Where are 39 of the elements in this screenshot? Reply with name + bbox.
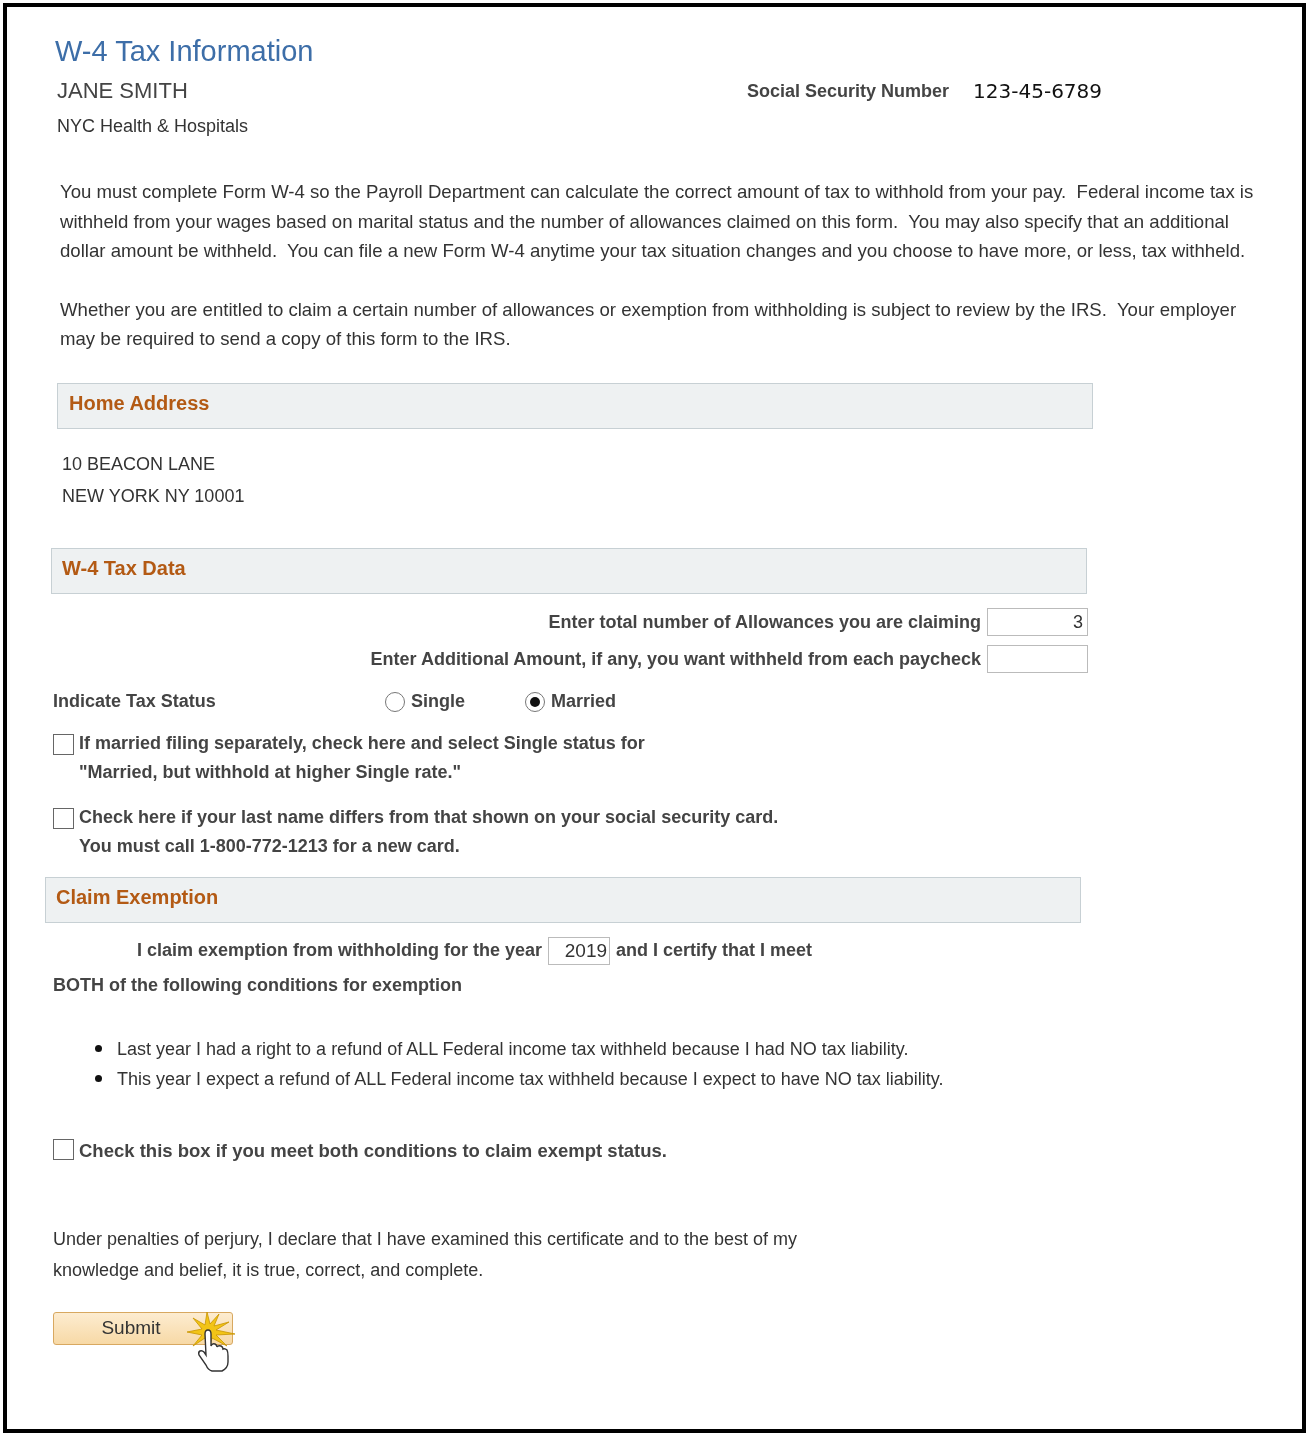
checkbox-label: You must call 1-800-772-1213 for a new card. bbox=[79, 834, 461, 858]
address-line: 10 BEACON LANE bbox=[62, 452, 217, 476]
exemption-text: and I certify that I meet bbox=[616, 940, 813, 961]
checkbox[interactable] bbox=[53, 807, 74, 829]
section-header: Claim Exemption bbox=[45, 876, 1081, 923]
bullet-icon bbox=[95, 1075, 102, 1082]
section-header: W-4 Tax Data bbox=[51, 547, 1087, 594]
section-header: Home Address bbox=[57, 382, 1093, 429]
exemption-text: I claim exemption from withholding for the year bbox=[137, 940, 543, 961]
intro-paragraph: Whether you are entitled to claim a certain number of allowances or exemption from withholding is subject to review by the IRS. Your employer may be required to send a copy of this form to the IRS. bbox=[60, 297, 1238, 351]
radio-button[interactable] bbox=[525, 691, 545, 712]
checkbox-label: Check this box if you meet both conditions to claim exempt status. bbox=[79, 1139, 667, 1162]
field-label: Enter Additional Amount, if any, you want withheld from each paycheck bbox=[370, 648, 981, 670]
ssn-label: Social Security Number bbox=[747, 81, 950, 102]
checkbox[interactable] bbox=[53, 733, 74, 755]
intro-paragraph: You must complete Form W-4 so the Payroll Department can calculate the correct amount of tax to withhold from your pay. Federal income tax is withheld from your wages based on marital status and the number of allowances claimed on this form. You may also specify that an additional dollar amount be withheld. You can file a new Form W-4 anytime your tax situation changes and you choose to have more, or less, tax withheld. bbox=[60, 180, 1255, 263]
tax-status-label: Indicate Tax Status bbox=[53, 691, 217, 712]
field-label: Enter total number of Allowances you are claiming bbox=[548, 611, 981, 633]
declaration-text: knowledge and belief, it is true, correct, and complete. bbox=[53, 1258, 485, 1282]
bullet-icon bbox=[95, 1045, 102, 1052]
checkbox-label: If married filing separately, check here and select Single status for bbox=[79, 731, 645, 755]
radio-label: Married bbox=[551, 691, 617, 712]
radio-label: Single bbox=[411, 691, 465, 712]
checkbox-label: "Married, but withhold at higher Single rate." bbox=[79, 760, 463, 784]
address-line: NEW YORK NY 10001 bbox=[62, 484, 246, 508]
checkbox-label: Check here if your last name differs from that shown on your social security card. bbox=[79, 805, 779, 829]
radio-button[interactable] bbox=[385, 691, 405, 712]
page-title: W-4 Tax Information bbox=[55, 35, 315, 68]
checkbox[interactable] bbox=[53, 1138, 74, 1160]
employer-name: NYC Health & Hospitals bbox=[57, 116, 250, 137]
employee-name: JANE SMITH bbox=[57, 78, 189, 104]
input-field[interactable] bbox=[987, 645, 1088, 673]
exemption-text: BOTH of the following conditions for exemption bbox=[53, 974, 463, 996]
condition-text: Last year I had a right to a refund of ALL Federal income tax withheld because I had NO tax liability. bbox=[117, 1037, 909, 1061]
declaration-text: Under penalties of perjury, I declare that I have examined this certificate and to the best of my bbox=[53, 1227, 799, 1251]
ssn-value: 123-45-6789 bbox=[973, 79, 1103, 103]
year-field[interactable]: 2019 bbox=[548, 936, 611, 965]
condition-text: This year I expect a refund of ALL Federal income tax withheld because I expect to have NO tax liability. bbox=[117, 1067, 944, 1091]
input-field[interactable]: 3 bbox=[987, 608, 1088, 636]
